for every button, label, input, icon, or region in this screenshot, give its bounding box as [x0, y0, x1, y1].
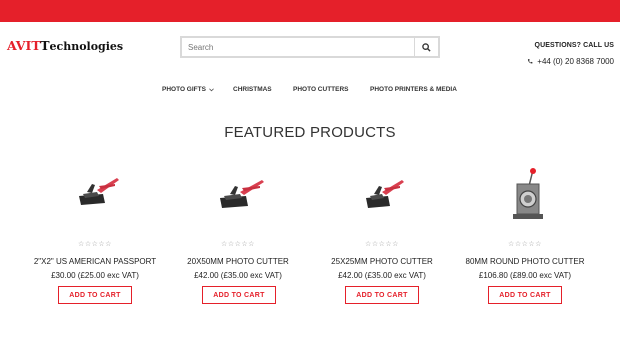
product-image[interactable]: [346, 168, 418, 216]
product-image[interactable]: [59, 168, 131, 216]
logo-t-letter: T: [40, 38, 50, 53]
product-name[interactable]: 25X25MM PHOTO CUTTER: [312, 257, 452, 266]
product-name[interactable]: 20X50MM PHOTO CUTTER: [168, 257, 308, 266]
product-card[interactable]: [465, 168, 585, 219]
product-price: £30.00 (£25.00 exc VAT): [51, 271, 139, 280]
product-price: £106.80 (£89.00 exc VAT): [478, 271, 572, 280]
contact-phone[interactable]: +44 (0) 20 8368 7000: [527, 57, 614, 66]
round-cutter-image: [513, 168, 543, 219]
add-to-cart-button[interactable]: ADD TO CART: [202, 286, 276, 304]
top-bar: [0, 0, 620, 22]
product-price: £42.00 (£35.00 exc VAT): [194, 271, 282, 280]
contact-question: QUESTIONS? CALL US: [534, 42, 614, 49]
phone-icon: [528, 59, 533, 64]
product-rating: ☆☆☆☆☆: [365, 241, 399, 248]
logo-text-avit: AVIT: [7, 38, 41, 53]
product-rating: ☆☆☆☆☆: [508, 241, 542, 248]
contact-info: QUESTIONS? CALL US +44 (0) 20 8368 7000: [527, 42, 614, 66]
cutter-image: [79, 178, 119, 205]
add-to-cart-button[interactable]: ADD TO CART: [345, 286, 419, 304]
nav-label: PHOTO PRINTERS & MEDIA: [370, 86, 457, 93]
product-image[interactable]: [202, 168, 274, 216]
site-logo[interactable]: AVITTechnologies: [7, 38, 123, 53]
nav-item-photo-printers-media[interactable]: PHOTO PRINTERS & MEDIA: [370, 86, 457, 93]
cutter-image: [220, 180, 264, 208]
product-image[interactable]: [489, 168, 561, 219]
nav-item-photo-cutters[interactable]: PHOTO CUTTERS: [293, 86, 349, 93]
search-input[interactable]: [182, 38, 414, 56]
product-card[interactable]: [35, 168, 155, 216]
phone-number: +44 (0) 20 8368 7000: [537, 57, 614, 66]
nav-label: CHRISTMAS: [233, 86, 272, 93]
nav-item-photo-gifts[interactable]: PHOTO GIFTS: [162, 86, 214, 93]
search-button[interactable]: [414, 38, 438, 56]
search-bar: [180, 36, 440, 58]
section-title: FEATURED PRODUCTS: [224, 124, 396, 141]
product-card[interactable]: [322, 168, 442, 216]
chevron-down-icon: [209, 87, 214, 91]
add-to-cart-button[interactable]: ADD TO CART: [58, 286, 132, 304]
nav-item-christmas[interactable]: CHRISTMAS: [233, 86, 272, 93]
nav-label: PHOTO CUTTERS: [293, 86, 349, 93]
main-nav: PHOTO GIFTS CHRISTMAS PHOTO CUTTERS PHOT…: [0, 86, 620, 100]
cutter-image: [366, 180, 404, 208]
product-rating: ☆☆☆☆☆: [221, 241, 255, 248]
add-to-cart-button[interactable]: ADD TO CART: [488, 286, 562, 304]
search-icon: [422, 42, 431, 52]
product-name[interactable]: 2"X2" US AMERICAN PASSPORT: [25, 257, 165, 266]
nav-label: PHOTO GIFTS: [162, 86, 206, 93]
product-price: £42.00 (£35.00 exc VAT): [338, 271, 426, 280]
logo-text-technologies: echnologies: [49, 40, 124, 53]
product-name[interactable]: 80MM ROUND PHOTO CUTTER: [455, 257, 595, 266]
header: AVITTechnologies QUESTIONS? CALL US +44 …: [0, 22, 620, 77]
product-rating: ☆☆☆☆☆: [78, 241, 112, 248]
product-card[interactable]: [178, 168, 298, 216]
